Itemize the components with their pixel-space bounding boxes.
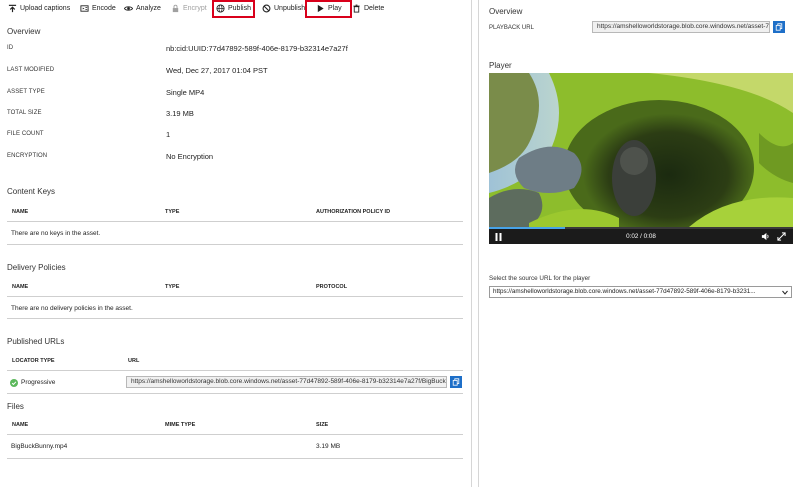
encode-label: Encode xyxy=(92,5,116,12)
publish-highlight-box xyxy=(212,0,255,18)
player-controls: 0:02 / 0:08 xyxy=(489,227,793,244)
prop-encryption-value: No Encryption xyxy=(166,152,214,161)
play-highlight-box xyxy=(305,0,352,18)
files-col-name: NAME xyxy=(12,422,29,428)
delete-label: Delete xyxy=(364,5,385,12)
prop-total-size-label: TOTAL SIZE xyxy=(7,110,42,116)
prop-file-count-label: FILE COUNT xyxy=(7,131,44,137)
asset-details-pane: Upload captions Encode Analyze Encrypt P… xyxy=(0,0,472,487)
prop-last-modified-label: LAST MODIFIED xyxy=(7,67,55,73)
encode-icon xyxy=(80,5,89,12)
unpublish-button[interactable]: Unpublish xyxy=(262,1,305,16)
published-url-field[interactable]: https://amshelloworldstorage.blob.core.w… xyxy=(126,376,447,388)
content-keys-section-title: Content Keys xyxy=(7,187,56,196)
delivery-policies-header-divider xyxy=(7,296,463,297)
files-col-size: SIZE xyxy=(316,422,329,428)
published-urls-col-url: URL xyxy=(128,358,140,364)
content-keys-bottom-divider xyxy=(7,244,463,245)
chevron-down-icon xyxy=(782,290,788,295)
published-urls-header-divider xyxy=(7,370,463,371)
playback-url-label: PLAYBACK URL xyxy=(489,25,534,31)
delivery-policies-empty-text: There are no delivery policies in the as… xyxy=(11,305,133,312)
video-player[interactable]: 0:02 / 0:08 xyxy=(489,73,793,244)
encrypt-label: Encrypt xyxy=(183,5,207,12)
player-section-title: Player xyxy=(489,61,512,70)
published-urls-col-locator: LOCATOR TYPE xyxy=(12,358,55,364)
copy-icon xyxy=(775,23,783,31)
prop-id-value: nb:cid:UUID:77d47892-589f-406e-8179-b323… xyxy=(166,44,348,53)
prop-asset-type-label: ASSET TYPE xyxy=(7,89,45,95)
content-keys-col-type: TYPE xyxy=(165,209,180,215)
prop-total-size-value: 3.19 MB xyxy=(166,109,194,118)
upload-captions-label: Upload captions xyxy=(20,5,71,12)
delivery-policies-col-type: TYPE xyxy=(165,284,180,290)
player-progress-track[interactable] xyxy=(489,227,793,229)
encode-button[interactable]: Encode xyxy=(80,1,116,16)
check-circle-icon xyxy=(10,379,18,387)
source-url-label: Select the source URL for the player xyxy=(489,275,591,282)
upload-icon xyxy=(8,4,17,13)
prop-asset-type-value: Single MP4 xyxy=(166,88,205,97)
content-keys-empty-text: There are no keys in the asset. xyxy=(11,230,101,237)
analyze-label: Analyze xyxy=(136,5,161,12)
analyze-button[interactable]: Analyze xyxy=(124,1,161,16)
video-frame xyxy=(489,73,793,227)
published-url-locator-type: Progressive xyxy=(21,379,56,386)
copy-playback-url-button[interactable] xyxy=(773,21,785,33)
fullscreen-icon[interactable] xyxy=(777,232,786,241)
content-keys-header-divider xyxy=(7,221,463,222)
file-row-size: 3.19 MB xyxy=(316,443,341,450)
file-row-name[interactable]: BigBuckBunny.mp4 xyxy=(11,443,67,450)
player-progress-fill xyxy=(489,227,565,229)
player-pane: Overview PLAYBACK URL https://amshellowo… xyxy=(473,0,795,487)
delete-button[interactable]: Delete xyxy=(352,1,384,16)
delivery-policies-col-name: NAME xyxy=(12,284,29,290)
lock-icon xyxy=(172,4,179,13)
overview-section-title: Overview xyxy=(7,27,41,36)
published-urls-bottom-divider xyxy=(7,393,463,394)
prop-id-label: ID xyxy=(7,45,14,51)
encrypt-button[interactable]: Encrypt xyxy=(171,1,207,16)
copy-icon xyxy=(452,378,460,386)
player-time: 0:02 / 0:08 xyxy=(626,233,656,240)
content-keys-col-name: NAME xyxy=(12,209,29,215)
volume-icon[interactable] xyxy=(761,232,770,241)
eye-icon xyxy=(124,6,133,11)
copy-published-url-button[interactable] xyxy=(450,376,462,388)
delivery-policies-bottom-divider xyxy=(7,318,463,319)
delivery-policies-section-title: Delivery Policies xyxy=(7,263,66,272)
source-url-select[interactable]: https://amshelloworldstorage.blob.core.w… xyxy=(489,286,792,298)
playback-url-field[interactable]: https://amshelloworldstorage.blob.core.w… xyxy=(592,21,770,33)
block-icon xyxy=(262,4,271,13)
unpublish-label: Unpublish xyxy=(274,5,306,12)
upload-captions-button[interactable]: Upload captions xyxy=(8,1,70,16)
files-header-divider xyxy=(7,434,463,435)
trash-icon xyxy=(353,4,360,13)
files-bottom-divider xyxy=(7,458,463,459)
prop-encryption-label: ENCRYPTION xyxy=(7,153,48,159)
command-toolbar: Upload captions Encode Analyze Encrypt P… xyxy=(0,0,472,18)
content-keys-col-policy: AUTHORIZATION POLICY ID xyxy=(316,209,391,215)
prop-last-modified-value: Wed, Dec 27, 2017 01:04 PST xyxy=(166,66,268,75)
right-overview-title: Overview xyxy=(489,7,523,16)
source-url-selected-value: https://amshelloworldstorage.blob.core.w… xyxy=(493,288,756,295)
files-section-title: Files xyxy=(7,402,24,411)
delivery-policies-col-protocol: PROTOCOL xyxy=(316,284,348,290)
prop-file-count-value: 1 xyxy=(166,130,171,139)
published-urls-section-title: Published URLs xyxy=(7,337,65,346)
files-col-mime: MIME TYPE xyxy=(165,422,196,428)
